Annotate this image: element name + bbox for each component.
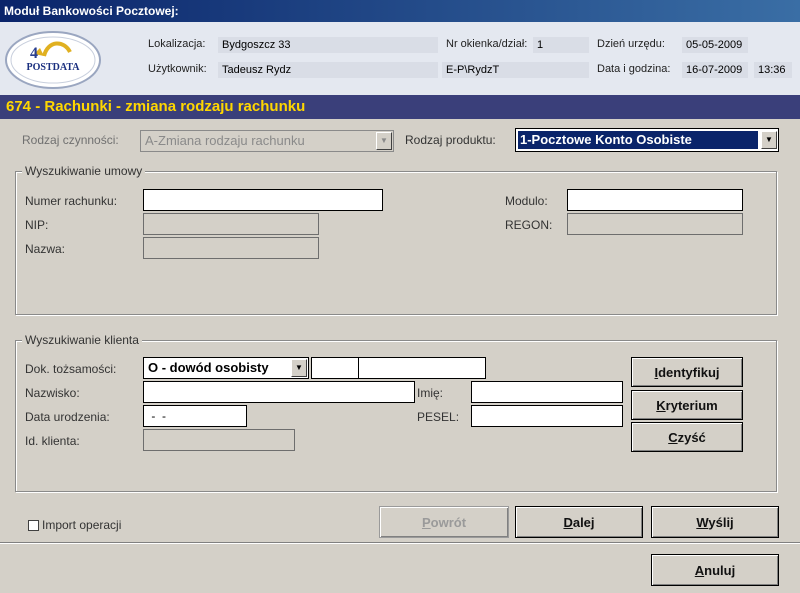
uzytkownik-value: Tadeusz Rydz bbox=[218, 62, 438, 78]
data-value: 16-07-2009 bbox=[682, 62, 748, 78]
postdata-logo: 4 POSTDATA bbox=[4, 30, 102, 90]
rodzaj-czynnosci-label: Rodzaj czynności: bbox=[22, 133, 119, 147]
data-urodzenia-input[interactable] bbox=[143, 405, 247, 427]
svg-text:4: 4 bbox=[30, 45, 38, 62]
regon-label: REGON: bbox=[505, 218, 553, 232]
nazwa-label: Nazwa: bbox=[25, 242, 66, 256]
dalej-label: alej bbox=[572, 514, 595, 530]
title-bar: Moduł Bankowości Pocztowej: bbox=[0, 0, 800, 22]
powrot-hotkey: P bbox=[421, 514, 431, 530]
lokalizacja-label: Lokalizacja: bbox=[148, 38, 206, 50]
chevron-down-icon[interactable]: ▼ bbox=[761, 131, 777, 149]
nazwisko-input[interactable] bbox=[143, 381, 415, 403]
okienko-label: Nr okienka/dział: bbox=[446, 38, 528, 50]
footer-separator bbox=[0, 542, 800, 544]
kryterium-label: ryterium bbox=[665, 397, 718, 413]
czysc-hotkey: C bbox=[668, 429, 678, 445]
nip-input bbox=[143, 213, 319, 235]
wyslij-button[interactable]: Wyślij bbox=[651, 506, 779, 538]
dok-seria-input[interactable] bbox=[311, 357, 359, 379]
import-operacji-label: Import operacji bbox=[42, 518, 122, 532]
pesel-label: PESEL: bbox=[417, 410, 460, 424]
data-godzina-label: Data i godzina: bbox=[597, 63, 671, 75]
header-panel: 4 POSTDATA Lokalizacja: Bydgoszcz 33 Nr … bbox=[0, 22, 800, 95]
nazwa-input bbox=[143, 237, 319, 259]
dok-numer-input[interactable] bbox=[358, 357, 486, 379]
numer-rachunku-label: Numer rachunku: bbox=[25, 194, 118, 208]
nip-label: NIP: bbox=[25, 218, 49, 232]
kryterium-button[interactable]: Kryterium bbox=[631, 390, 743, 420]
dalej-hotkey: D bbox=[563, 514, 573, 530]
dok-tozsamosci-value: O - dowód osobisty bbox=[148, 360, 269, 375]
anuluj-button[interactable]: Anuluj bbox=[651, 554, 779, 586]
okienko-value: 1 bbox=[533, 37, 589, 53]
modulo-label: Modulo: bbox=[505, 194, 548, 208]
anuluj-hotkey: A bbox=[694, 562, 705, 578]
id-klienta-label: Id. klienta: bbox=[25, 434, 80, 448]
powrot-button[interactable]: Powrót bbox=[379, 506, 509, 538]
powrot-label: owrót bbox=[430, 514, 467, 530]
godzina-value: 13:36 bbox=[754, 62, 792, 78]
umowa-group-title: Wyszukiwanie umowy bbox=[22, 164, 146, 178]
identyfikuj-button[interactable]: Identyfikuj bbox=[631, 357, 743, 387]
dzien-urzedu-label: Dzień urzędu: bbox=[597, 38, 665, 50]
nazwisko-label: Nazwisko: bbox=[25, 386, 80, 400]
identyfikuj-label: dentyfikuj bbox=[658, 364, 720, 380]
rodzaj-czynnosci-value: A-Zmiana rodzaju rachunku bbox=[145, 133, 305, 148]
kryterium-hotkey: K bbox=[656, 397, 666, 413]
klient-group-title: Wyszukiwanie klienta bbox=[22, 333, 142, 347]
anuluj-label: nuluj bbox=[704, 562, 736, 578]
czysc-button[interactable]: Czyść bbox=[631, 422, 743, 452]
form-title: 674 - Rachunki - zmiana rodzaju rachunku bbox=[0, 95, 800, 119]
pesel-input[interactable] bbox=[471, 405, 623, 427]
rodzaj-produktu-label: Rodzaj produktu: bbox=[405, 133, 496, 147]
dzien-urzedu-value: 05-05-2009 bbox=[682, 37, 748, 53]
imie-label: Imię: bbox=[417, 386, 444, 400]
dalej-button[interactable]: Dalej bbox=[515, 506, 643, 538]
data-urodzenia-label: Data urodzenia: bbox=[25, 410, 110, 424]
id-klienta-input bbox=[143, 429, 295, 451]
rodzaj-produktu-select[interactable]: 1-Pocztowe Konto Osobiste ▼ bbox=[515, 128, 779, 152]
imie-input[interactable] bbox=[471, 381, 623, 403]
main-window: Moduł Bankowości Pocztowej: 4 POSTDATA L… bbox=[0, 0, 800, 593]
dok-tozsamosci-select[interactable]: O - dowód osobisty ▼ bbox=[143, 357, 309, 379]
login-value: E-P\RydzT bbox=[442, 62, 589, 78]
rodzaj-czynnosci-select[interactable]: A-Zmiana rodzaju rachunku ▼ bbox=[140, 130, 394, 152]
dok-tozsamosci-label: Dok. tożsamości: bbox=[25, 362, 117, 376]
rodzaj-produktu-value: 1-Pocztowe Konto Osobiste bbox=[518, 131, 758, 149]
wyslij-label: yślij bbox=[708, 514, 734, 530]
uzytkownik-label: Użytkownik: bbox=[148, 63, 207, 75]
regon-input bbox=[567, 213, 743, 235]
import-operacji-checkbox[interactable] bbox=[28, 520, 39, 531]
svg-text:POSTDATA: POSTDATA bbox=[27, 62, 81, 73]
chevron-down-icon[interactable]: ▼ bbox=[376, 132, 392, 150]
modulo-input[interactable] bbox=[567, 189, 743, 211]
numer-rachunku-input[interactable] bbox=[143, 189, 383, 211]
czysc-label: zyść bbox=[677, 429, 706, 445]
wyslij-hotkey: W bbox=[696, 514, 709, 530]
chevron-down-icon[interactable]: ▼ bbox=[291, 359, 307, 377]
lokalizacja-value: Bydgoszcz 33 bbox=[218, 37, 438, 53]
